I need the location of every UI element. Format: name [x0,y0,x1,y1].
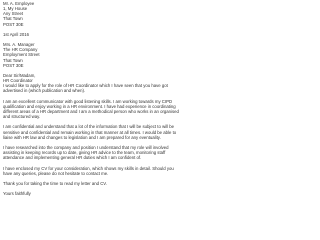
body-paragraph: I have researched into the company and p… [3,145,210,160]
letter-body: I would like to apply for the role of HR… [3,83,210,191]
sender-address: Mr. A. Employee 1, My House Any Street T… [3,1,210,27]
recipient-address: Mrs. A. Manager The HR Company Employmen… [3,42,210,68]
body-paragraph: I am an excellent communicator with good… [3,99,210,120]
body-paragraph: I am confidential and understand that a … [3,124,210,139]
body-paragraph: I have enclosed my CV for your considera… [3,166,210,176]
cover-letter: Mr. A. Employee 1, My House Any Street T… [3,1,210,196]
closing: Yours faithfully [3,191,31,197]
body-paragraph: I would like to apply for the role of HR… [3,83,210,93]
